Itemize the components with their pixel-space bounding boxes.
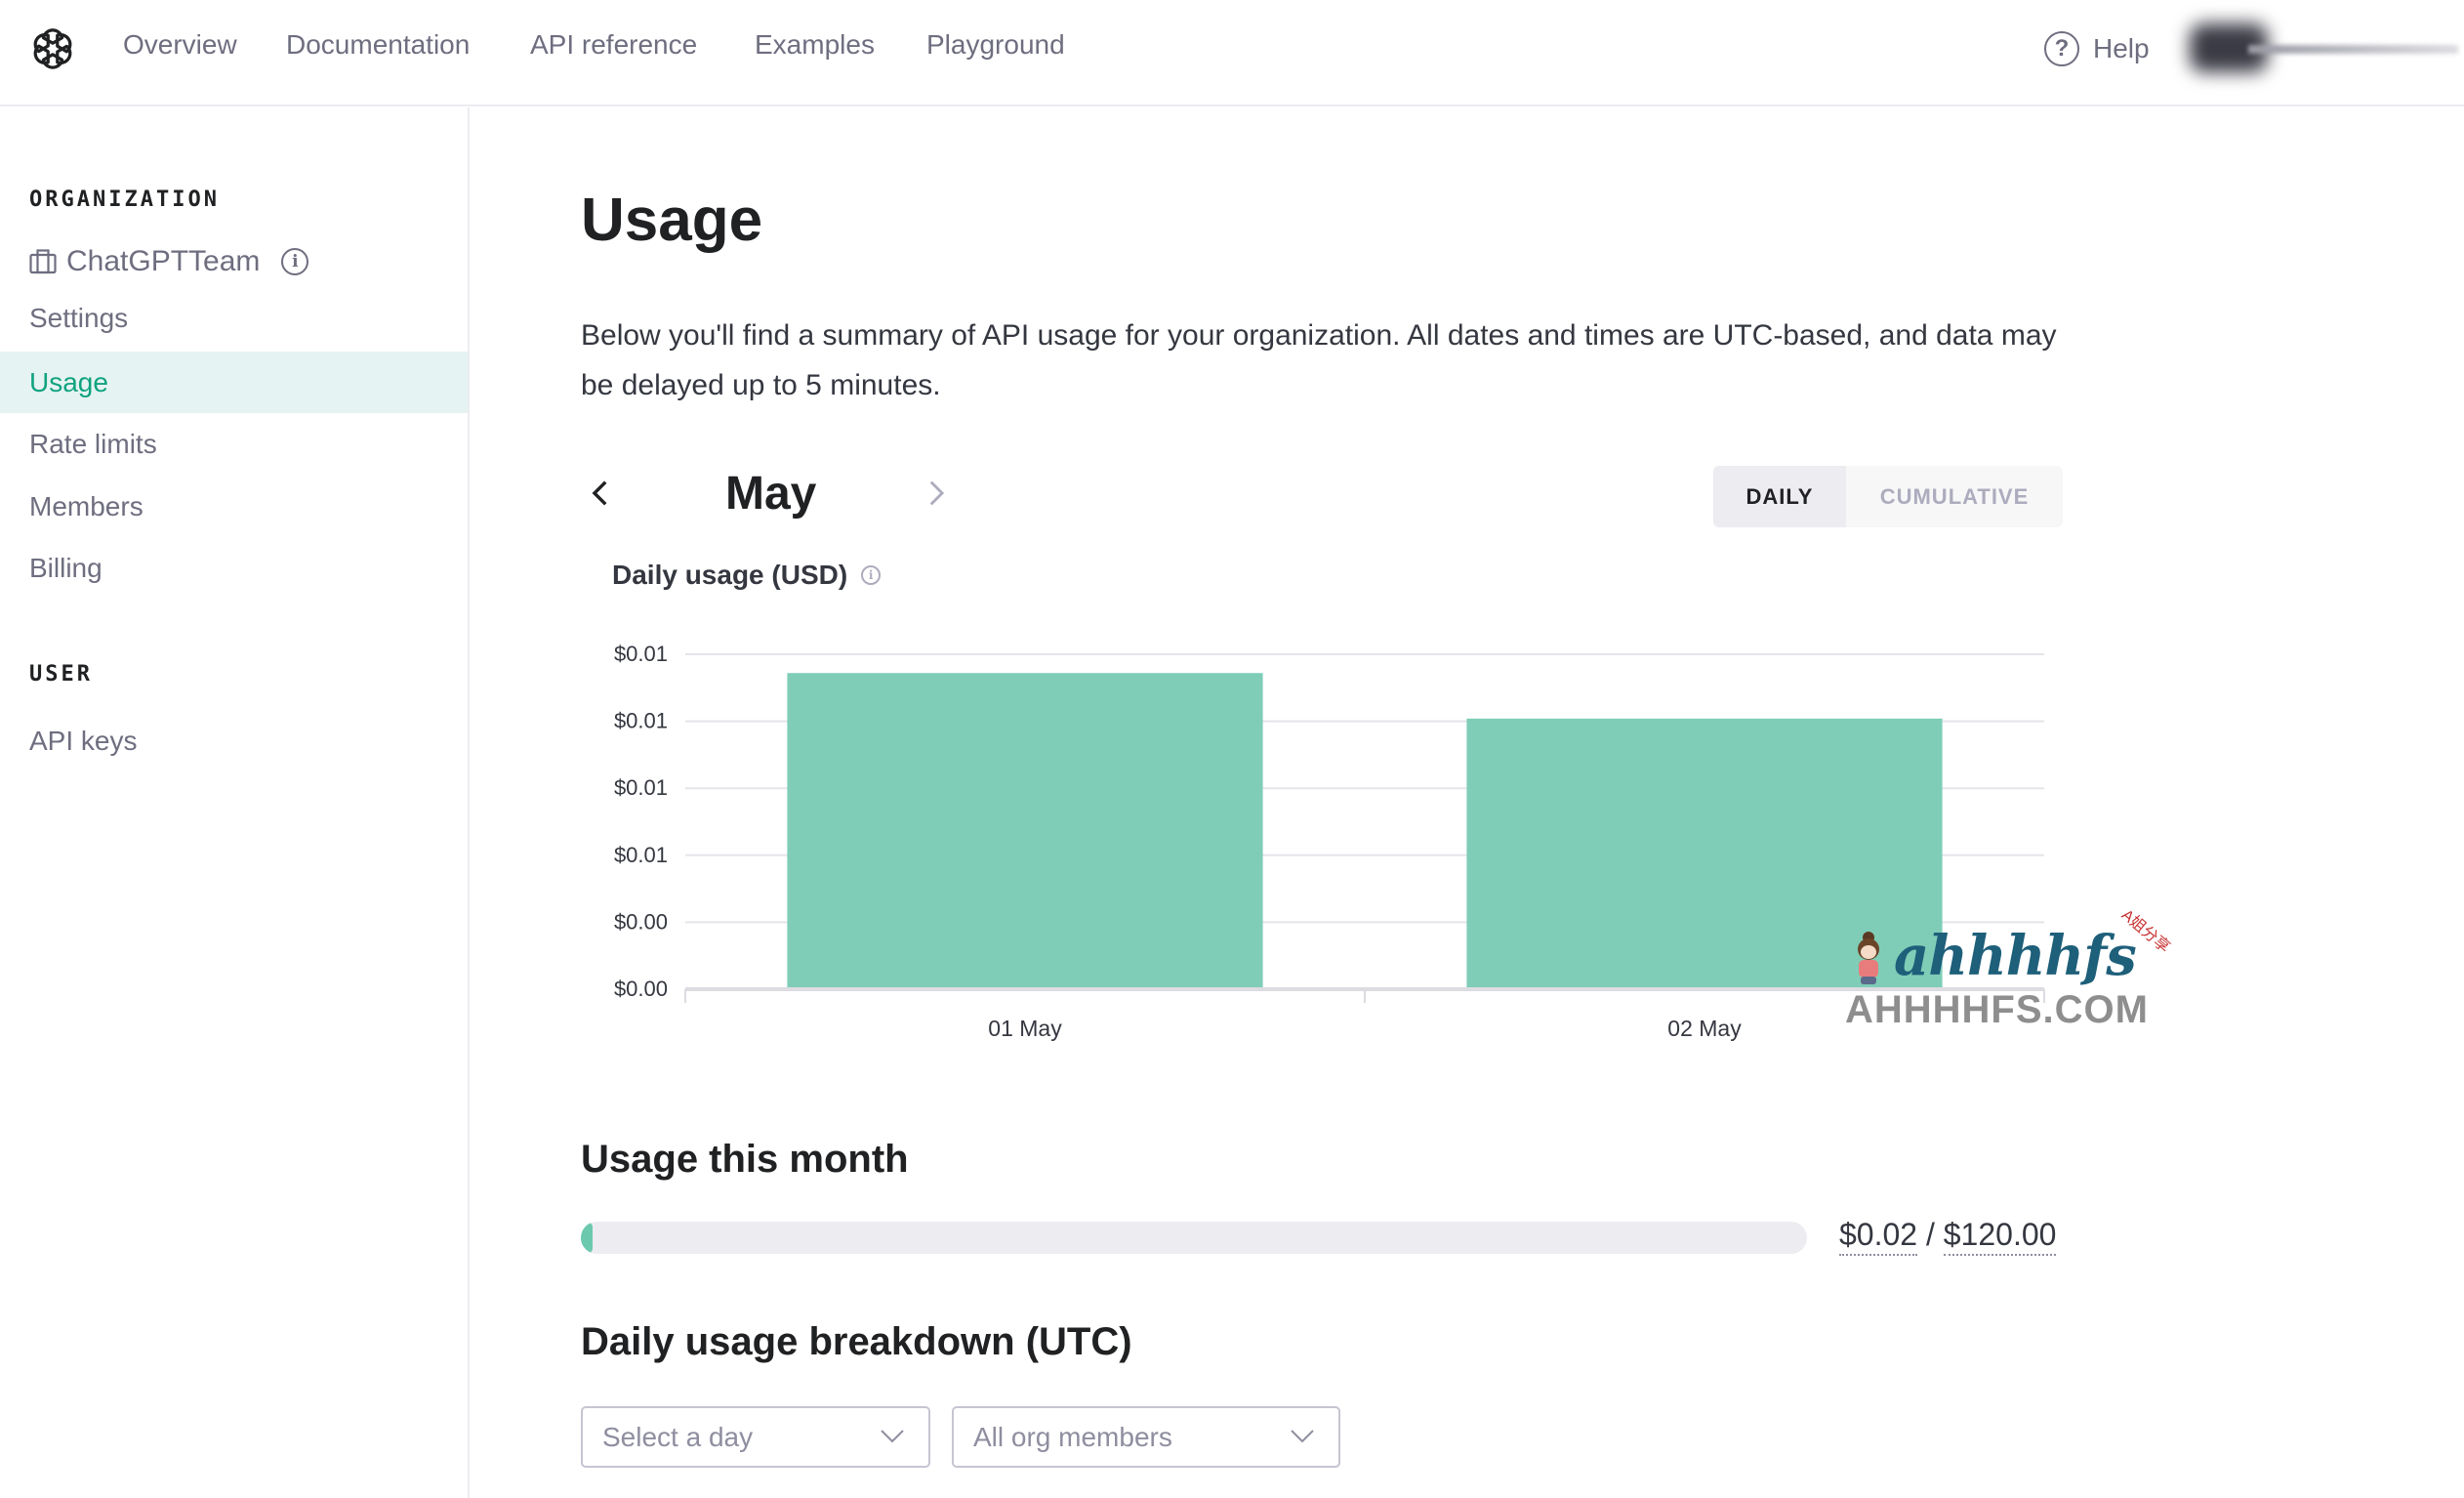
usage-amount: $0.02 / $120.00 <box>1839 1217 2057 1256</box>
nav-api-reference[interactable]: API reference <box>530 29 697 61</box>
org-name: ChatGPTTeam <box>66 245 261 277</box>
y-tick-label: $0.01 <box>614 775 668 800</box>
account-menu[interactable] <box>2190 20 2463 76</box>
page-title: Usage <box>581 187 763 254</box>
top-header: Overview Documentation API reference Exa… <box>0 0 2464 106</box>
info-icon[interactable]: i <box>861 565 882 585</box>
x-tick-label: 01 May <box>988 1016 1062 1041</box>
nav-playground[interactable]: Playground <box>926 29 1065 61</box>
account-name-blurred <box>2248 45 2458 54</box>
y-tick-label: $0.00 <box>614 977 668 1001</box>
daily-usage-chart: $0.00 $0.00 $0.01 $0.01 $0.01 $0.01 01 May 02 M… <box>581 625 2084 1172</box>
x-tick-label: 02 May <box>1667 1016 1742 1041</box>
org-heading: ORGANIZATION <box>29 187 220 212</box>
question-circle-icon: ? <box>2044 31 2079 66</box>
chart-svg: $0.00 $0.00 $0.01 $0.01 $0.01 $0.01 01 May 02 M… <box>614 642 2045 1041</box>
bar <box>1466 718 1943 987</box>
month-navigator: May <box>581 459 971 527</box>
user-heading: USER <box>29 662 93 687</box>
chart-title-row: Daily usage (USD) i <box>612 560 882 591</box>
sidebar-item-usage[interactable]: Usage <box>0 352 468 413</box>
building-icon <box>29 249 57 274</box>
bar <box>787 673 1263 987</box>
chevron-left-icon[interactable] <box>585 477 618 510</box>
info-icon[interactable]: i <box>281 248 309 275</box>
sidebar-item-api-keys[interactable]: API keys <box>0 710 468 771</box>
org-selector[interactable]: ChatGPTTeam i <box>29 240 309 283</box>
sidebar-item-members[interactable]: Members <box>0 476 468 537</box>
sidebar: ORGANIZATION ChatGPTTeam i Settings Usag… <box>0 107 470 1498</box>
y-tick-label: $0.01 <box>614 709 668 733</box>
nav-documentation[interactable]: Documentation <box>286 29 470 61</box>
usage-limit[interactable]: $120.00 <box>1943 1217 2057 1256</box>
usage-separator: / <box>1925 1217 1935 1252</box>
usage-used[interactable]: $0.02 <box>1839 1217 1918 1256</box>
help-label: Help <box>2093 33 2150 63</box>
openai-logo-icon[interactable] <box>27 23 78 74</box>
day-select[interactable]: Select a day <box>581 1406 930 1468</box>
sidebar-item-rate-limits[interactable]: Rate limits <box>0 413 468 475</box>
watermark-tag: A姐分享 <box>2117 906 2173 957</box>
chart-title: Daily usage (USD) <box>612 560 848 590</box>
chevron-down-icon <box>881 1430 904 1443</box>
month-label: May <box>725 468 817 520</box>
y-tick-label: $0.01 <box>614 642 668 666</box>
chevron-down-icon <box>1291 1430 1314 1443</box>
view-toggle: DAILY CUMULATIVE <box>1713 466 2063 527</box>
y-tick-label: $0.01 <box>614 843 668 867</box>
toggle-cumulative[interactable]: CUMULATIVE <box>1846 466 2063 527</box>
sidebar-item-settings[interactable]: Settings <box>0 287 468 349</box>
help-button[interactable]: ? Help <box>2044 31 2150 66</box>
y-tick-label: $0.00 <box>614 909 668 934</box>
usage-month-title: Usage this month <box>581 1138 909 1181</box>
chevron-right-icon[interactable] <box>919 477 952 510</box>
usage-progress-bar <box>581 1222 1807 1254</box>
sidebar-item-billing[interactable]: Billing <box>0 537 468 599</box>
nav-overview[interactable]: Overview <box>123 29 237 61</box>
member-select[interactable]: All org members <box>952 1406 1340 1468</box>
toggle-daily[interactable]: DAILY <box>1713 466 1846 527</box>
day-select-placeholder: Select a day <box>602 1421 754 1452</box>
usage-progress-fill <box>581 1222 593 1254</box>
member-select-value: All org members <box>973 1421 1172 1452</box>
nav-examples[interactable]: Examples <box>755 29 875 61</box>
breakdown-title: Daily usage breakdown (UTC) <box>581 1320 1132 1363</box>
page-description: Below you'll find a summary of API usage… <box>581 319 2057 401</box>
